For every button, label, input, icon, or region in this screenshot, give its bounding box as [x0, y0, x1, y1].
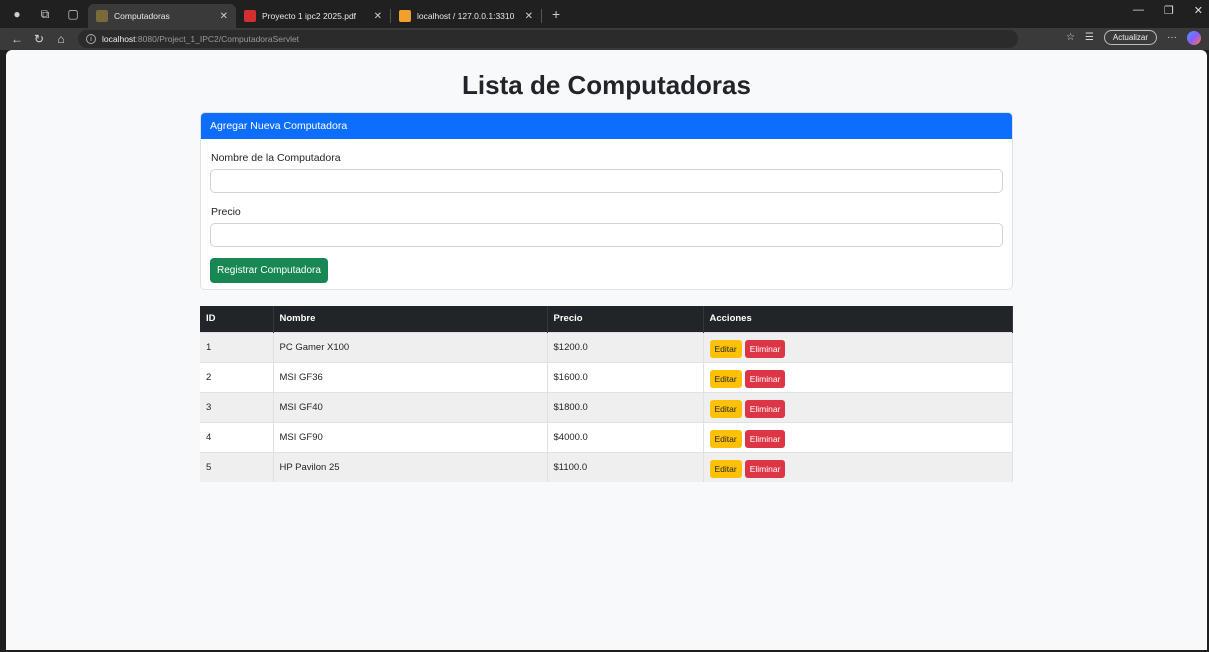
cell-precio: $1800.0 — [547, 391, 704, 422]
more-icon[interactable]: ··· — [1167, 32, 1177, 43]
cell-id: 2 — [200, 361, 274, 392]
header-nombre: Nombre — [273, 306, 548, 332]
cell-actions: Editar Eliminar — [703, 451, 1013, 482]
edit-button[interactable]: Editar — [709, 430, 742, 448]
cell-precio: $1100.0 — [547, 451, 704, 482]
cell-precio: $1600.0 — [547, 361, 704, 392]
delete-button[interactable]: Eliminar — [744, 370, 786, 388]
tab-computadoras[interactable]: Computadoras ✕ — [88, 4, 236, 28]
phpmyadmin-icon — [399, 10, 411, 22]
restore-icon[interactable]: ❐ — [1164, 4, 1174, 17]
page-title: Lista de Computadoras — [462, 70, 751, 100]
delete-button[interactable]: Eliminar — [744, 430, 786, 448]
cell-id: 1 — [200, 331, 274, 362]
cell-actions: Editar Eliminar — [703, 361, 1013, 392]
delete-button[interactable]: Eliminar — [744, 460, 786, 479]
cell-id: 4 — [200, 421, 274, 452]
edit-button[interactable]: Editar — [709, 370, 742, 388]
copilot-icon[interactable] — [1187, 30, 1201, 45]
url-host: localhost — [102, 34, 136, 44]
address-bar-row: ← ↻ ⌂ i localhost :8080/Project_1_IPC2/C… — [0, 28, 1209, 50]
name-input[interactable] — [210, 169, 1003, 193]
info-icon[interactable]: i — [86, 34, 96, 44]
cell-actions: Editar Eliminar — [703, 391, 1013, 422]
update-button[interactable]: Actualizar — [1103, 30, 1157, 45]
window-controls: — ❐ ✕ — [1133, 4, 1203, 17]
tab-title: localhost / 127.0.0.1:3310 / comp — [417, 11, 517, 21]
computers-table: ID Nombre Precio Acciones 1 PC Gamer X10… — [200, 306, 1013, 482]
refresh-icon[interactable]: ↻ — [28, 28, 50, 50]
cell-id: 3 — [200, 391, 274, 422]
delete-button[interactable]: Eliminar — [744, 340, 786, 358]
header-acciones: Acciones — [703, 306, 1013, 332]
profile-icon[interactable]: ● — [6, 3, 28, 25]
back-icon[interactable]: ← — [6, 28, 28, 50]
cell-nombre: MSI GF36 — [273, 361, 548, 392]
minimize-icon[interactable]: — — [1133, 4, 1144, 17]
price-label: Precio — [211, 206, 241, 218]
edit-button[interactable]: Editar — [709, 460, 742, 479]
workspaces-icon[interactable]: ⧉ — [34, 3, 56, 25]
tab-title: Computadoras — [114, 11, 170, 21]
edit-button[interactable]: Editar — [709, 400, 742, 418]
edit-button[interactable]: Editar — [709, 340, 742, 358]
card-header: Agregar Nueva Computadora — [201, 113, 1012, 139]
cell-nombre: MSI GF90 — [273, 421, 548, 452]
delete-button[interactable]: Eliminar — [744, 400, 786, 418]
cell-actions: Editar Eliminar — [703, 331, 1013, 362]
table-row: 1 PC Gamer X100 $1200.0 Editar Eliminar — [200, 331, 1013, 362]
cell-precio: $4000.0 — [547, 421, 704, 452]
header-precio: Precio — [547, 306, 704, 332]
url-field[interactable]: i localhost :8080/Project_1_IPC2/Computa… — [78, 30, 1018, 48]
table-row: 2 MSI GF36 $1600.0 Editar Eliminar — [200, 361, 1013, 392]
home-icon[interactable]: ⌂ — [50, 28, 72, 50]
name-label: Nombre de la Computadora — [211, 152, 341, 164]
close-icon[interactable]: ✕ — [374, 11, 382, 22]
add-computer-card: Agregar Nueva Computadora Nombre de la C… — [200, 112, 1013, 290]
cell-actions: Editar Eliminar — [703, 421, 1013, 452]
cell-id: 5 — [200, 451, 274, 482]
tab-strip: ● ⧉ ▢ Computadoras ✕ Proyecto 1 ipc2 202… — [0, 0, 1209, 28]
close-window-icon[interactable]: ✕ — [1194, 4, 1203, 17]
url-path: :8080/Project_1_IPC2/ComputadoraServlet — [135, 34, 300, 44]
tab-actions-icon[interactable]: ▢ — [62, 3, 84, 25]
price-input[interactable] — [210, 223, 1003, 247]
cell-nombre: PC Gamer X100 — [273, 331, 548, 362]
close-icon[interactable]: ✕ — [525, 11, 533, 22]
tab-title: Proyecto 1 ipc2 2025.pdf — [262, 11, 357, 21]
page-favicon-icon — [96, 10, 108, 22]
close-icon[interactable]: ✕ — [220, 11, 228, 22]
favorite-star-icon[interactable]: ☆ — [1066, 32, 1075, 43]
browser-toolbar: ☆ ☰ Actualizar ··· — [1066, 30, 1201, 45]
cell-nombre: HP Pavilon 25 — [273, 451, 548, 482]
register-computer-button[interactable]: Registrar Computadora — [210, 258, 328, 283]
new-tab-icon[interactable]: + — [552, 6, 560, 22]
page-viewport: Lista de Computadoras Agregar Nueva Comp… — [6, 50, 1207, 650]
cell-nombre: MSI GF40 — [273, 391, 548, 422]
table-row: 4 MSI GF90 $4000.0 Editar Eliminar — [200, 421, 1013, 452]
table-header-row: ID Nombre Precio Acciones — [200, 306, 1013, 332]
header-id: ID — [200, 306, 274, 332]
cell-precio: $1200.0 — [547, 331, 704, 362]
table-row: 3 MSI GF40 $1800.0 Editar Eliminar — [200, 391, 1013, 422]
tab-pdf[interactable]: Proyecto 1 ipc2 2025.pdf ✕ — [236, 4, 390, 28]
table-row: 5 HP Pavilon 25 $1100.0 Editar Eliminar — [200, 451, 1013, 482]
favorites-icon[interactable]: ☰ — [1085, 32, 1094, 43]
tab-phpmyadmin[interactable]: localhost / 127.0.0.1:3310 / comp ✕ — [391, 4, 541, 28]
pdf-icon — [244, 10, 256, 22]
tab-separator — [541, 9, 542, 23]
